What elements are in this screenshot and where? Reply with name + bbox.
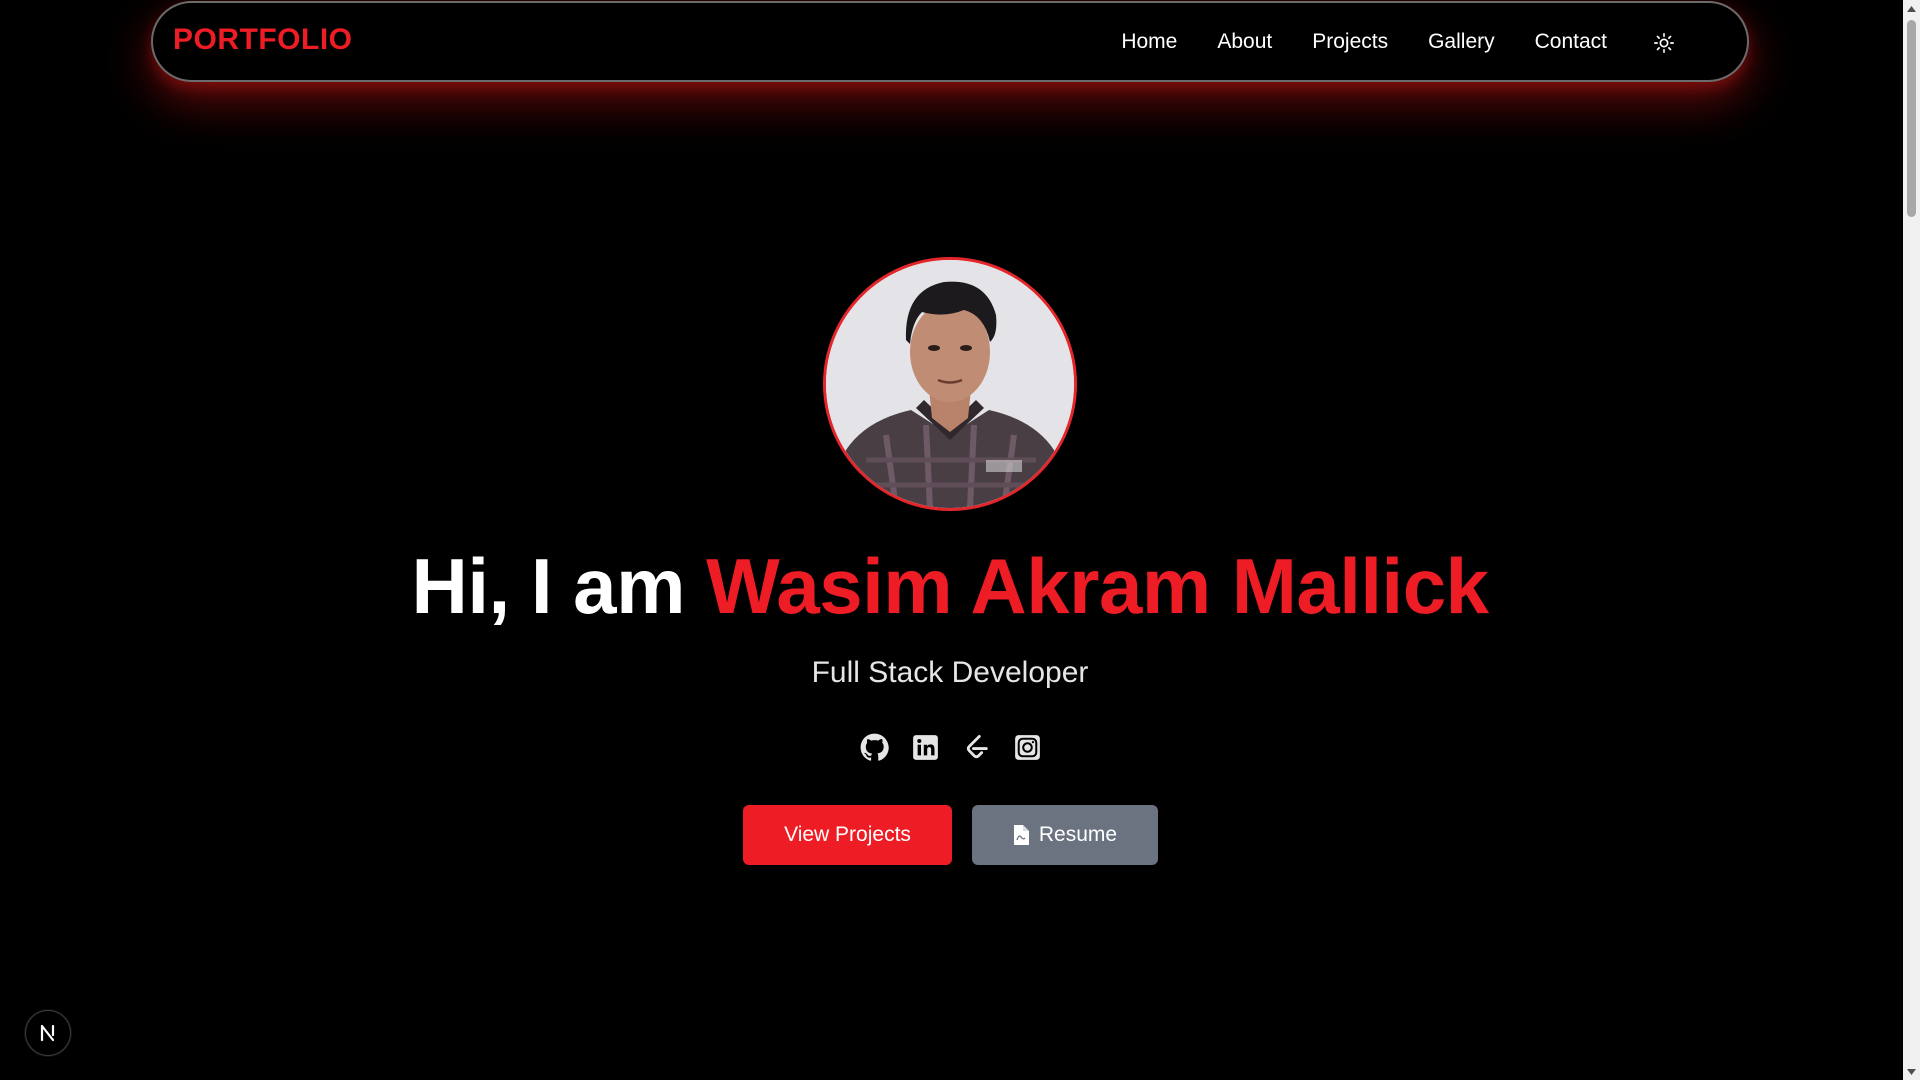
navbar: PORTFOLIO Home About Projects Gallery Co…: [151, 1, 1749, 82]
pdf-file-icon: [1013, 825, 1029, 845]
linkedin-icon: [913, 735, 938, 760]
theme-toggle-button[interactable]: [1651, 30, 1677, 56]
profile-photo: [826, 260, 1074, 508]
leetcode-link[interactable]: [962, 733, 991, 762]
resume-button-label: Resume: [1038, 823, 1118, 846]
hero-headline: Hi, I am Wasim Akram Mallick: [0, 541, 1900, 632]
scroll-up-arrow[interactable]: [1903, 0, 1920, 17]
page: PORTFOLIO Home About Projects Gallery Co…: [0, 0, 1920, 1080]
profile-avatar: [823, 257, 1077, 511]
nav-link-gallery[interactable]: Gallery: [1428, 30, 1495, 54]
triangle-up-icon: [1907, 5, 1916, 12]
view-projects-button[interactable]: View Projects: [743, 805, 952, 865]
nextjs-icon: [40, 1024, 55, 1042]
nav-link-home[interactable]: Home: [1121, 30, 1177, 54]
triangle-down-icon: [1907, 1068, 1916, 1075]
scrollbar[interactable]: [1903, 0, 1920, 1080]
nav-link-projects[interactable]: Projects: [1312, 30, 1388, 54]
hero-role: Full Stack Developer: [811, 656, 1089, 689]
linkedin-link[interactable]: [911, 733, 940, 762]
leetcode-icon: [966, 734, 988, 758]
brand-logo[interactable]: PORTFOLIO: [173, 23, 353, 57]
nextjs-dev-badge[interactable]: [25, 1010, 71, 1056]
nav-links: Home About Projects Gallery Contact: [1121, 3, 1607, 80]
github-icon: [860, 733, 889, 761]
scroll-thumb[interactable]: [1907, 20, 1916, 217]
sun-icon: [1654, 33, 1674, 53]
resume-button[interactable]: Resume: [972, 805, 1158, 865]
hero-greeting: Hi, I am: [411, 542, 707, 630]
nav-link-contact[interactable]: Contact: [1535, 30, 1607, 54]
instagram-icon: [1015, 735, 1040, 760]
scroll-down-arrow[interactable]: [1903, 1063, 1920, 1080]
social-links: [860, 733, 1042, 762]
instagram-link[interactable]: [1013, 733, 1042, 762]
hero-name: Wasim Akram Mallick: [706, 542, 1489, 630]
nav-link-about[interactable]: About: [1217, 30, 1272, 54]
github-link[interactable]: [860, 733, 889, 762]
